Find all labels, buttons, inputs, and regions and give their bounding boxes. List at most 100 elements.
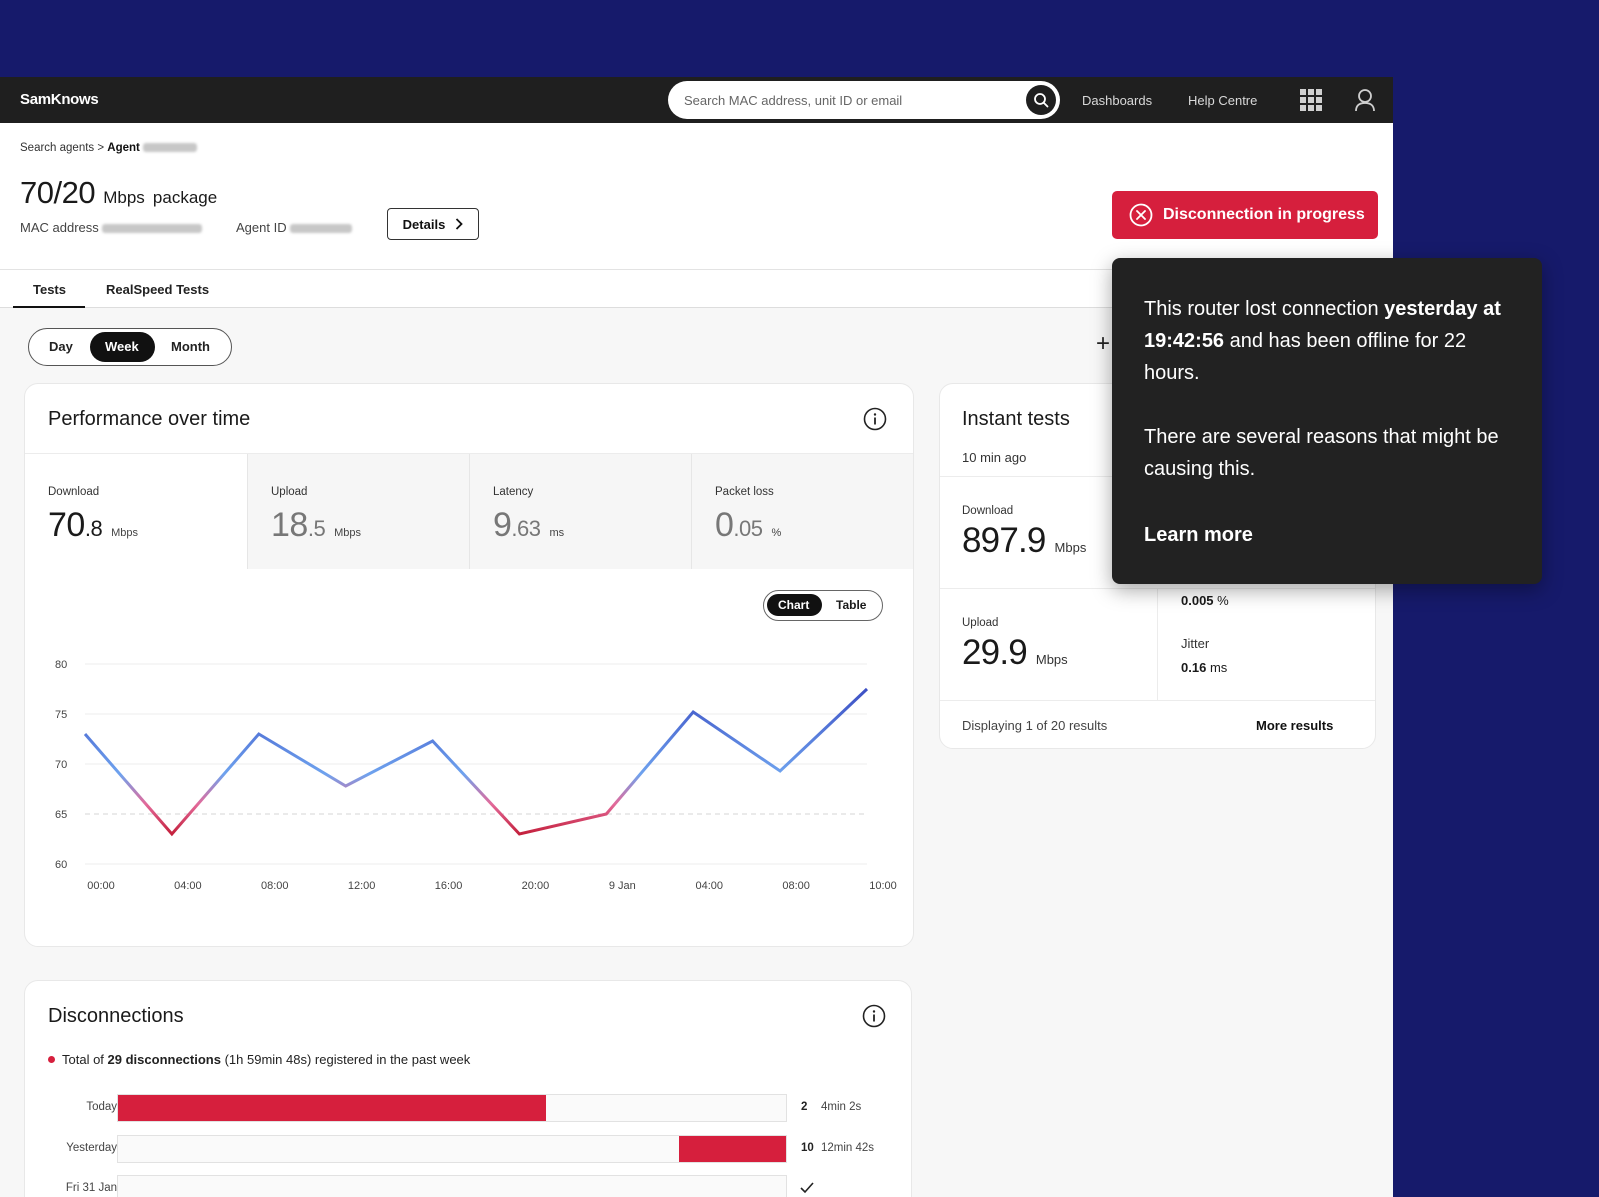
disconnection-status-label: Disconnection in progress — [1163, 206, 1365, 223]
disconnection-status-button[interactable]: Disconnection in progress — [1112, 191, 1378, 239]
nav-help-centre[interactable]: Help Centre — [1188, 93, 1257, 108]
search-input[interactable] — [684, 90, 1014, 110]
redacted-agent-number — [290, 224, 353, 234]
disconnection-tooltip: This router lost connection yesterday at… — [1112, 258, 1542, 584]
breadcrumb-search-agents[interactable]: Search agents — [20, 142, 94, 154]
instant-tests-age: 10 min ago — [962, 450, 1027, 465]
add-icon[interactable]: + — [1096, 330, 1110, 358]
row-duration: 4min 2s — [821, 1101, 862, 1113]
metric-label: Upload — [271, 486, 308, 498]
disconnection-bar — [679, 1136, 786, 1162]
it-packet-loss-value: 0.005 % — [1181, 593, 1229, 608]
chevron-right-icon — [456, 218, 464, 230]
instant-tests-row-2: Upload 29.9 Mbps 0.005 % Jitter 0.16 ms — [940, 588, 1375, 701]
check-icon — [800, 1182, 814, 1194]
bar-track — [117, 1175, 787, 1197]
nav-dashboards[interactable]: Dashboards — [1082, 93, 1152, 108]
metric-value: 0.05 % — [715, 506, 782, 544]
x-tick-label: 9 Jan — [609, 880, 636, 892]
metric-label: Packet loss — [715, 486, 774, 498]
info-icon[interactable] — [863, 407, 887, 431]
row-count: 10 — [801, 1142, 814, 1154]
app-window: SamKnows Dashboards Help Centre Search a… — [0, 77, 1393, 1197]
package-word: package — [152, 188, 218, 207]
performance-title: Performance over time — [48, 408, 251, 430]
user-account-icon[interactable] — [1354, 88, 1376, 112]
period-month[interactable]: Month — [171, 339, 210, 354]
bar-track — [117, 1094, 787, 1122]
toggle-table[interactable]: Table — [836, 598, 866, 612]
performance-line-chart: 80 75 70 65 60 00:00 04:00 08:00 12:00 16:00 20:00… — [55, 659, 897, 892]
tooltip-message: This router lost connection yesterday at… — [1144, 298, 1501, 384]
row-label: Today — [86, 1101, 117, 1113]
disconnections-summary: Total of 29 disconnections (1h 59min 48s… — [48, 1052, 470, 1067]
tooltip-reasons: There are several reasons that might be … — [1144, 426, 1499, 480]
disconnection-row[interactable]: Fri 31 Jan — [25, 1175, 911, 1197]
learn-more-link[interactable]: Learn more — [1144, 524, 1253, 547]
data-point — [691, 710, 695, 714]
performance-metrics: Download 70.8 Mbps Upload 18.5 Mbps Late… — [25, 453, 913, 569]
y-tick-label: 65 — [55, 809, 67, 821]
data-point — [344, 784, 348, 788]
cell-divider — [1157, 589, 1158, 701]
metric-upload[interactable]: Upload 18.5 Mbps — [247, 454, 469, 569]
redacted-mac — [102, 224, 203, 234]
period-selector: Day Week Month — [28, 328, 232, 366]
y-tick-label: 75 — [55, 709, 67, 721]
search-box — [668, 81, 1060, 119]
details-button[interactable]: Details — [387, 208, 479, 240]
data-point — [778, 769, 782, 773]
period-week[interactable]: Week — [105, 339, 139, 354]
alert-dot-icon — [48, 1056, 55, 1064]
instant-tests-title: Instant tests — [962, 408, 1070, 430]
search-button[interactable] — [1026, 85, 1056, 115]
package-speed: 70/20 — [20, 175, 96, 210]
row-label: Yesterday — [66, 1142, 117, 1154]
y-tick-label: 70 — [55, 759, 67, 771]
data-point — [170, 832, 174, 836]
tab-tests[interactable]: Tests — [33, 282, 66, 297]
disconnection-row[interactable]: Yesterday 10 12min 42s — [25, 1135, 911, 1163]
instant-tests-footer: Displaying 1 of 20 results More results — [940, 700, 1375, 748]
disconnection-row[interactable]: Today 2 4min 2s — [25, 1094, 911, 1122]
it-upload: Upload 29.9 Mbps — [962, 617, 1068, 673]
row-duration: 12min 42s — [821, 1142, 875, 1154]
toggle-chart[interactable]: Chart — [778, 598, 809, 612]
x-tick-label: 08:00 — [782, 880, 810, 892]
metric-download[interactable]: Download 70.8 Mbps — [25, 454, 247, 569]
details-label: Details — [402, 216, 446, 232]
row-label: Fri 31 Jan — [65, 1182, 117, 1194]
metric-value: 9.63 ms — [493, 506, 565, 544]
period-day[interactable]: Day — [49, 339, 73, 354]
bar-track — [117, 1135, 787, 1163]
x-tick-label: 04:00 — [174, 880, 202, 892]
x-tick-label: 16:00 — [435, 880, 463, 892]
data-point — [431, 739, 435, 743]
x-tick-label: 04:00 — [695, 880, 723, 892]
breadcrumb-separator: > — [97, 142, 105, 154]
data-point — [83, 732, 87, 736]
y-tick-label: 60 — [55, 859, 67, 871]
agent-id: Agent ID — [236, 220, 353, 235]
samknows-logo[interactable]: SamKnows — [20, 91, 99, 108]
x-tick-label: 20:00 — [522, 880, 550, 892]
results-count: Displaying 1 of 20 results — [962, 718, 1108, 733]
info-icon[interactable] — [862, 1004, 886, 1028]
agent-id-label: Agent ID — [236, 220, 287, 235]
search-icon — [1034, 93, 1049, 108]
agent-header: Search agents > Agent 70/20 Mbps package… — [0, 123, 1393, 270]
x-tick-label: 00:00 — [87, 880, 115, 892]
it-jitter-label: Jitter — [1181, 636, 1210, 651]
metric-latency[interactable]: Latency 9.63 ms — [469, 454, 691, 569]
top-navigation-bar: SamKnows Dashboards Help Centre — [0, 77, 1393, 123]
active-tab-indicator — [13, 306, 85, 308]
apps-grid-icon[interactable] — [1300, 89, 1322, 111]
metric-packet-loss[interactable]: Packet loss 0.05 % — [691, 454, 913, 569]
metric-label: Download — [48, 486, 100, 498]
tab-realspeed-tests[interactable]: RealSpeed Tests — [106, 282, 209, 297]
it-upload-label: Upload — [962, 617, 999, 629]
download-series-line — [83, 687, 869, 837]
it-jitter: Jitter 0.16 ms — [1181, 636, 1227, 675]
x-tick-label: 12:00 — [348, 880, 376, 892]
more-results-link[interactable]: More results — [1256, 718, 1333, 733]
